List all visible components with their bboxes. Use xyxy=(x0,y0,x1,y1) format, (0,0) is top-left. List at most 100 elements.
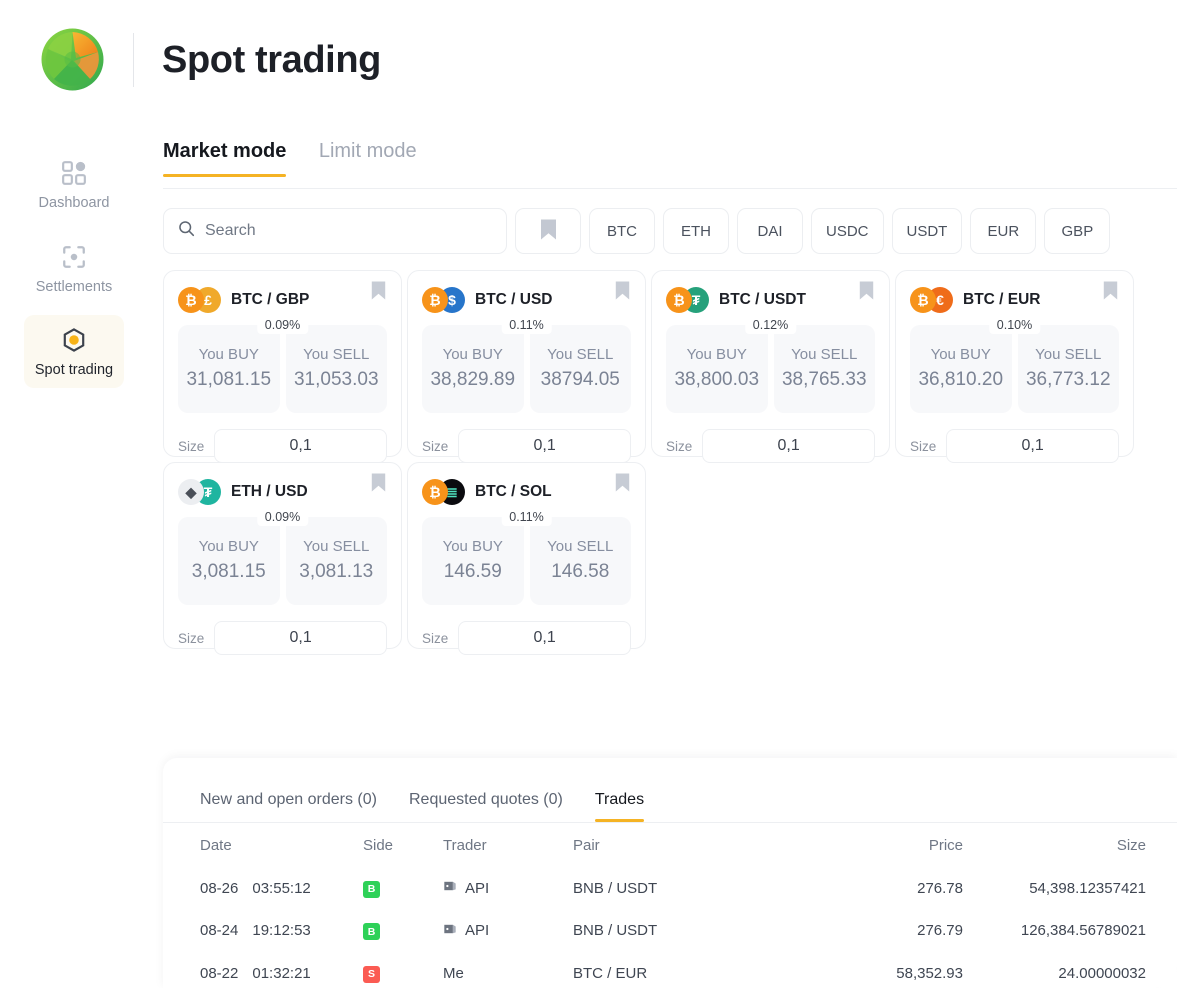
status-badge: B xyxy=(363,923,380,940)
sidebar-item-label: Spot trading xyxy=(34,362,114,378)
pair-card-eth-usd[interactable]: ◆ ₮ ETH / USD You BUY 3,081.15 You SELL … xyxy=(163,462,402,655)
chip-usdt[interactable]: USDT xyxy=(891,208,963,254)
sell-price: 38794.05 xyxy=(540,369,620,390)
buy-panel[interactable]: You BUY 31,081.15 xyxy=(178,325,280,413)
pair-card-btc-usdt[interactable]: ₿ ₮ BTC / USDT You BUY 38,800.03 You SEL… xyxy=(651,270,890,463)
trade-date: 08-22 xyxy=(200,964,239,982)
size-label: Size xyxy=(422,438,449,454)
orders-panel: New and open orders (0) Requested quotes… xyxy=(163,758,1177,988)
size-label: Size xyxy=(666,438,693,454)
trade-time: 03:55:12 xyxy=(252,879,311,897)
size-input[interactable]: 0,1 xyxy=(214,621,387,655)
sell-panel[interactable]: You SELL 38794.05 xyxy=(529,325,631,413)
tab-requested-quotes[interactable]: Requested quotes (0) xyxy=(409,791,563,822)
buy-panel[interactable]: You BUY 146.59 xyxy=(422,517,524,605)
buy-panel[interactable]: You BUY 36,810.20 xyxy=(910,325,1012,413)
chip-eur[interactable]: EUR xyxy=(970,208,1037,254)
tab-trades[interactable]: Trades xyxy=(594,791,645,822)
buy-price: 3,081.15 xyxy=(191,561,266,582)
buy-label: You BUY xyxy=(930,346,991,363)
table-row[interactable]: 08-22 01:32:21 S Me BTC / EUR 58,352.93 2… xyxy=(163,952,1177,988)
cell-date: 08-22 01:32:21 xyxy=(163,952,363,988)
card-row: ◆ ₮ ETH / USD You BUY 3,081.15 You SELL … xyxy=(163,462,1177,655)
column-header-size: Size xyxy=(1116,837,1146,854)
cell-pair: BNB / USDT xyxy=(573,879,658,897)
status-badge: S xyxy=(363,965,380,983)
size-input[interactable]: 0,1 xyxy=(946,429,1119,463)
tab-limit-mode[interactable]: Limit mode xyxy=(319,140,417,177)
card-row: ₿ £ BTC / GBP You BUY 31,081.15 You SELL… xyxy=(163,270,1177,463)
pair-card-btc-gbp[interactable]: ₿ £ BTC / GBP You BUY 31,081.15 You SELL… xyxy=(163,270,402,463)
bookmark-filter-button[interactable] xyxy=(515,208,581,254)
size-input[interactable]: 0,1 xyxy=(458,429,631,463)
sell-label: You SELL xyxy=(791,346,858,363)
size-label: Size xyxy=(422,630,449,646)
pair-cards: ₿ £ BTC / GBP You BUY 31,081.15 You SELL… xyxy=(163,270,1177,655)
buy-panel[interactable]: You BUY 38,800.03 xyxy=(666,325,768,413)
pair-name: BTC / EUR xyxy=(963,291,1041,308)
sidebar-item-label: Dashboard xyxy=(38,195,110,211)
table-row[interactable]: 08-26 03:55:12 B API BNB / USDT 276.78 54… xyxy=(163,867,1177,910)
sell-panel[interactable]: You SELL 3,081.13 xyxy=(285,517,387,605)
size-input[interactable]: 0,1 xyxy=(458,621,631,655)
btc-icon: ₿ xyxy=(422,479,448,505)
search-placeholder: Search xyxy=(205,222,256,239)
bookmark-icon[interactable] xyxy=(614,280,631,306)
sell-label: You SELL xyxy=(1035,346,1102,363)
sell-price: 38,765.33 xyxy=(781,369,867,390)
pair-card-btc-sol[interactable]: ₿ ≣ BTC / SOL You BUY 146.59 You SELL 14… xyxy=(407,462,646,655)
bookmark-icon[interactable] xyxy=(858,280,875,306)
search-input[interactable]: Search xyxy=(163,208,507,254)
chip-btc[interactable]: BTC xyxy=(589,208,655,254)
buy-price: 38,800.03 xyxy=(674,369,760,390)
sell-panel[interactable]: You SELL 36,773.12 xyxy=(1017,325,1119,413)
sidebar-item-settlements[interactable]: Settlements xyxy=(24,232,124,305)
quote-area: You BUY 31,081.15 You SELL 31,053.03 0.0… xyxy=(178,316,387,413)
pair-card-btc-usd[interactable]: ₿ $ BTC / USD You BUY 38,829.89 You SELL… xyxy=(407,270,646,463)
pair-name: BTC / USDT xyxy=(719,291,806,308)
quote-area: You BUY 36,810.20 You SELL 36,773.12 0.1… xyxy=(910,316,1119,413)
size-row: Size 0,1 xyxy=(910,429,1119,463)
buy-panel[interactable]: You BUY 38,829.89 xyxy=(422,325,524,413)
bookmark-icon[interactable] xyxy=(614,472,631,498)
chip-usdc[interactable]: USDC xyxy=(811,208,884,254)
size-input[interactable]: 0,1 xyxy=(702,429,875,463)
mode-tabs: Market mode Limit mode xyxy=(163,140,445,188)
cell-side: B xyxy=(363,867,443,910)
pair-card-header: ₿ £ BTC / GBP xyxy=(178,287,387,313)
sell-panel[interactable]: You SELL 38,765.33 xyxy=(773,325,875,413)
pair-card-header: ₿ ₮ BTC / USDT xyxy=(666,287,875,313)
chip-gbp[interactable]: GBP xyxy=(1044,208,1111,254)
pair-card-btc-eur[interactable]: ₿ € BTC / EUR You BUY 36,810.20 You SELL… xyxy=(895,270,1134,463)
bookmark-icon[interactable] xyxy=(370,280,387,306)
quote-area: You BUY 38,800.03 You SELL 38,765.33 0.1… xyxy=(666,316,875,413)
sell-label: You SELL xyxy=(303,346,370,363)
eth-icon: ◆ xyxy=(178,479,204,505)
bookmark-icon[interactable] xyxy=(1102,280,1119,306)
size-label: Size xyxy=(178,630,205,646)
bookmark-icon xyxy=(539,218,558,245)
cell-side: S xyxy=(363,952,443,988)
sell-panel[interactable]: You SELL 146.58 xyxy=(529,517,631,605)
trades-table-body: 08-26 03:55:12 B API BNB / USDT 276.78 54… xyxy=(163,867,1177,988)
sidebar-item-spot-trading[interactable]: Spot trading xyxy=(24,315,124,388)
size-input[interactable]: 0,1 xyxy=(214,429,387,463)
tab-market-mode[interactable]: Market mode xyxy=(163,140,287,177)
sidebar-item-dashboard[interactable]: Dashboard xyxy=(24,148,124,221)
trades-table: Date Side Trader Pair Price Size 08-26 03… xyxy=(163,823,1177,988)
trade-date: 08-26 xyxy=(200,879,239,897)
sell-panel[interactable]: You SELL 31,053.03 xyxy=(285,325,387,413)
tab-new-and-open-orders[interactable]: New and open orders (0) xyxy=(200,791,377,822)
buy-price: 146.59 xyxy=(443,561,502,582)
table-row[interactable]: 08-24 19:12:53 B API BNB / USDT 276.79 12… xyxy=(163,910,1177,953)
chip-eth[interactable]: ETH xyxy=(663,208,729,254)
chip-dai[interactable]: DAI xyxy=(737,208,803,254)
buy-panel[interactable]: You BUY 3,081.15 xyxy=(178,517,280,605)
sell-price: 31,053.03 xyxy=(293,369,379,390)
coin-pair-icons: ◆ ₮ xyxy=(178,479,222,505)
api-icon xyxy=(443,879,457,897)
bookmark-icon[interactable] xyxy=(370,472,387,498)
cell-price: 58,352.93 xyxy=(896,964,963,982)
trade-time: 19:12:53 xyxy=(252,922,311,940)
settlements-target-icon xyxy=(61,244,87,270)
